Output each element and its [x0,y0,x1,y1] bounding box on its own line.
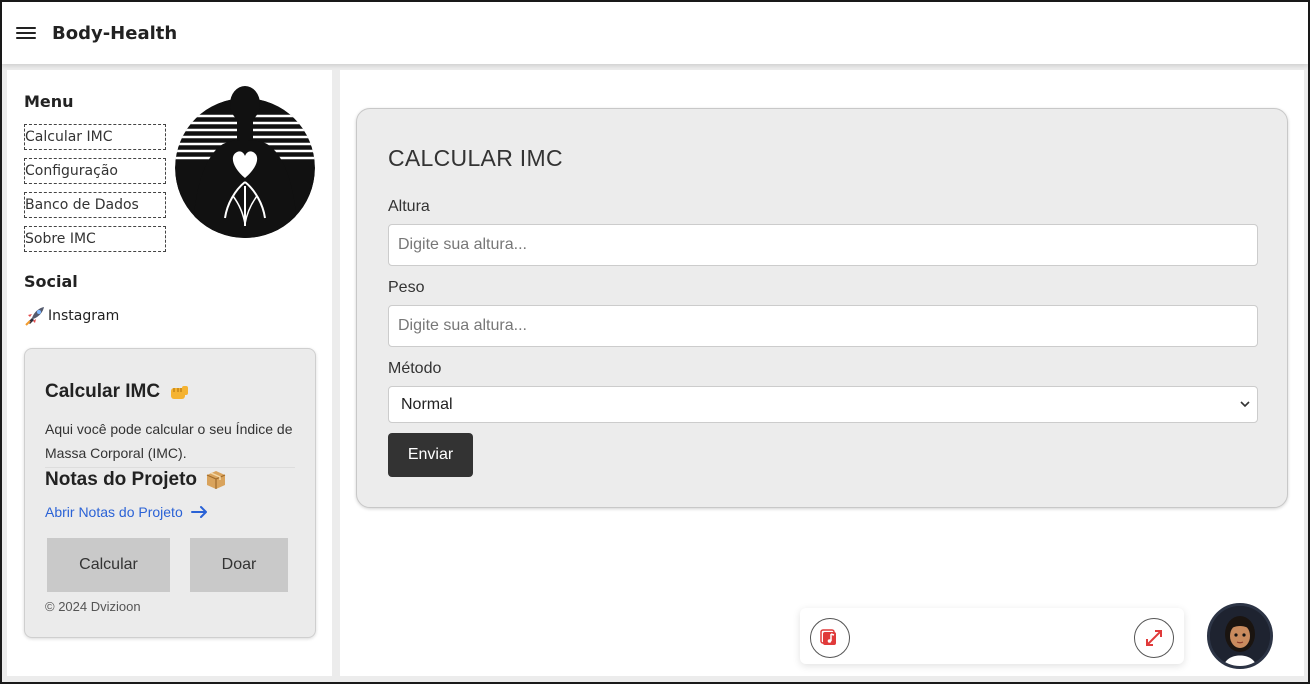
app-title: Body-Health [52,22,178,44]
card-title-row: Calcular IMC [45,381,190,403]
arrow-right-icon [190,506,207,518]
notes-title: Notas do Projeto [45,469,198,490]
weight-input[interactable] [388,305,1258,347]
imc-form-card: CALCULAR IMC Altura Peso Método Normal E… [356,108,1288,508]
sidebar: Menu Calcular IMC Configuração Banco de … [7,70,332,676]
calculate-button[interactable]: Calcular [47,538,170,592]
menu-title: Menu [24,92,74,111]
body-health-logo [175,86,315,238]
music-button[interactable] [810,618,850,658]
form-title: CALCULAR IMC [388,145,563,171]
weight-label: Peso [388,279,425,296]
height-label: Altura [388,198,430,215]
expand-icon [1146,630,1162,646]
assistant-avatar[interactable] [1207,603,1273,669]
sidebar-item-banco-de-dados[interactable]: Banco de Dados [24,192,166,218]
card-title: Calcular IMC [45,381,161,402]
open-notes-link[interactable]: Abrir Notas do Projeto [45,504,209,520]
sidebar-item-sobre-imc[interactable]: Sobre IMC [24,226,166,252]
main-content: CALCULAR IMC Altura Peso Método Normal E… [340,70,1304,676]
package-icon [206,471,226,489]
rocket-icon [25,307,44,326]
method-selected-value: Normal [401,395,453,413]
floating-toolbar [800,608,1184,664]
method-select[interactable]: Normal [388,386,1258,423]
submit-button[interactable]: Enviar [388,433,473,477]
instagram-link[interactable]: Instagram [24,306,119,326]
donate-button[interactable]: Doar [190,538,288,592]
height-input[interactable] [388,224,1258,266]
top-bar: Body-Health [2,2,1308,64]
notes-title-row: Notas do Projeto [45,469,227,491]
sidebar-item-calcular-imc[interactable]: Calcular IMC [24,124,166,150]
open-notes-label: Abrir Notas do Projeto [45,504,183,520]
music-note-icon [820,629,836,645]
info-card: Calcular IMC Aqui você pode calcular o s… [24,348,316,638]
avatar-icon [1210,606,1270,666]
instagram-label: Instagram [48,308,120,324]
menu-list: Calcular IMC Configuração Banco de Dados… [24,124,166,260]
method-label: Método [388,360,442,377]
card-description: Aqui você pode calcular o seu Índice de … [45,417,295,468]
expand-button[interactable] [1134,618,1174,658]
copyright-text: © 2024 Dvizioon [45,599,141,614]
fist-icon [171,386,189,399]
sidebar-item-configuracao[interactable]: Configuração [24,158,166,184]
social-title: Social [24,272,78,291]
chevron-down-icon [1240,401,1250,408]
hamburger-menu-icon[interactable] [16,25,36,41]
